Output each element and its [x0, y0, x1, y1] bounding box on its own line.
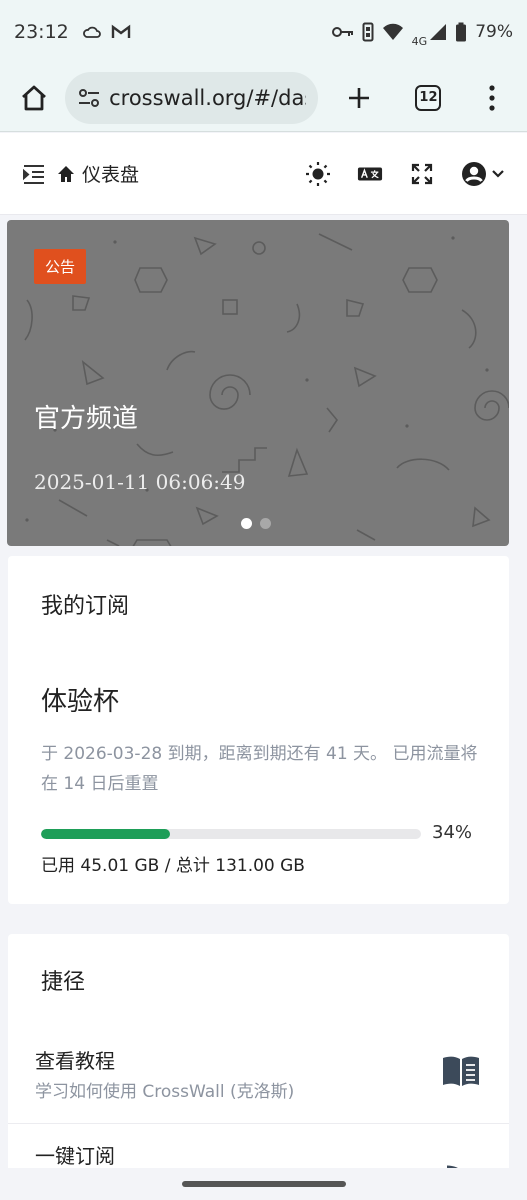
site-settings-icon[interactable]	[77, 86, 101, 110]
subscription-card: 我的订阅 体验杯 于 2026-03-28 到期，距离到期还有 41 天。 已用…	[8, 556, 509, 904]
page-scrollbar[interactable]	[519, 215, 527, 1200]
new-tab-button[interactable]	[338, 76, 381, 120]
plus-icon	[349, 87, 370, 108]
carousel-dot[interactable]	[260, 518, 271, 529]
sun-icon	[306, 161, 330, 186]
shortcut-view-tutorial[interactable]: 查看教程 学习如何使用 CrossWall (克洛斯)	[8, 1029, 509, 1124]
key-icon	[331, 27, 353, 37]
chevron-down-icon	[492, 169, 504, 178]
menu-toggle-icon[interactable]	[22, 162, 46, 186]
app-header: 仪表盘	[0, 133, 527, 215]
subscription-card-title: 我的订阅	[41, 594, 130, 619]
gmail-icon	[111, 24, 130, 38]
url-text: crosswall.org/#/das	[109, 85, 306, 110]
translate-icon	[357, 167, 383, 180]
announcement-title[interactable]: 官方频道	[34, 398, 138, 435]
home-icon	[58, 165, 74, 182]
cloud-icon	[82, 26, 101, 38]
shortcut-desc: 学习如何使用 CrossWall (克洛斯)	[35, 1082, 295, 1102]
carousel-dot[interactable]	[241, 518, 252, 529]
avatar-icon	[462, 161, 486, 186]
user-menu-button[interactable]	[461, 161, 505, 187]
shortcuts-card: 捷径 查看教程 学习如何使用 CrossWall (克洛斯) 一键订阅	[8, 934, 509, 1200]
shortcut-title: 查看教程	[35, 1049, 115, 1073]
battery-icon	[456, 22, 467, 42]
page-title: 仪表盘	[82, 164, 140, 186]
shortcut-title: 一键订阅	[35, 1144, 115, 1168]
plan-name: 体验杯	[41, 687, 120, 717]
home-button[interactable]	[14, 78, 53, 118]
language-button[interactable]	[357, 161, 383, 187]
book-icon	[443, 1056, 479, 1086]
traffic-progress-bar	[41, 829, 421, 839]
signal-icon	[430, 24, 447, 40]
wifi-icon	[382, 23, 403, 40]
fullscreen-icon	[411, 163, 433, 184]
browser-toolbar: crosswall.org/#/das 12	[0, 64, 527, 132]
status-bar: 23:12 4G 79%	[0, 0, 527, 64]
vibrate-icon	[362, 22, 374, 42]
announcement-badge: 公告	[34, 249, 87, 284]
address-bar[interactable]: crosswall.org/#/das	[65, 71, 318, 124]
home-icon	[21, 85, 46, 110]
fullscreen-button[interactable]	[409, 161, 435, 187]
theme-toggle-button[interactable]	[305, 161, 331, 187]
battery-percent: 79%	[475, 22, 513, 42]
announcement-date: 2025-01-11 06:06:49	[34, 470, 246, 494]
breadcrumb: 仪表盘	[56, 160, 139, 187]
traffic-progress-fill	[41, 829, 171, 839]
traffic-percent: 34%	[432, 822, 473, 843]
expiration-info: 于 2026-03-28 到期，距离到期还有 41 天。 已用流量将在 14 日…	[41, 744, 478, 794]
tab-switcher-button[interactable]: 12	[407, 76, 450, 120]
status-time: 23:12	[14, 21, 69, 43]
shortcuts-card-title: 捷径	[41, 970, 86, 995]
network-type: 4G	[411, 34, 428, 48]
home-gesture-handle[interactable]	[182, 1181, 346, 1187]
tab-count: 12	[415, 84, 442, 111]
more-vert-icon	[488, 84, 495, 111]
gesture-navigation-bar	[0, 1168, 527, 1200]
browser-menu-button[interactable]	[470, 76, 513, 120]
announcement-carousel[interactable]: 公告 官方频道 2025-01-11 06:06:49	[7, 220, 509, 546]
traffic-usage: 已用 45.01 GB / 总计 131.00 GB	[41, 856, 305, 876]
carousel-indicators	[241, 518, 271, 529]
